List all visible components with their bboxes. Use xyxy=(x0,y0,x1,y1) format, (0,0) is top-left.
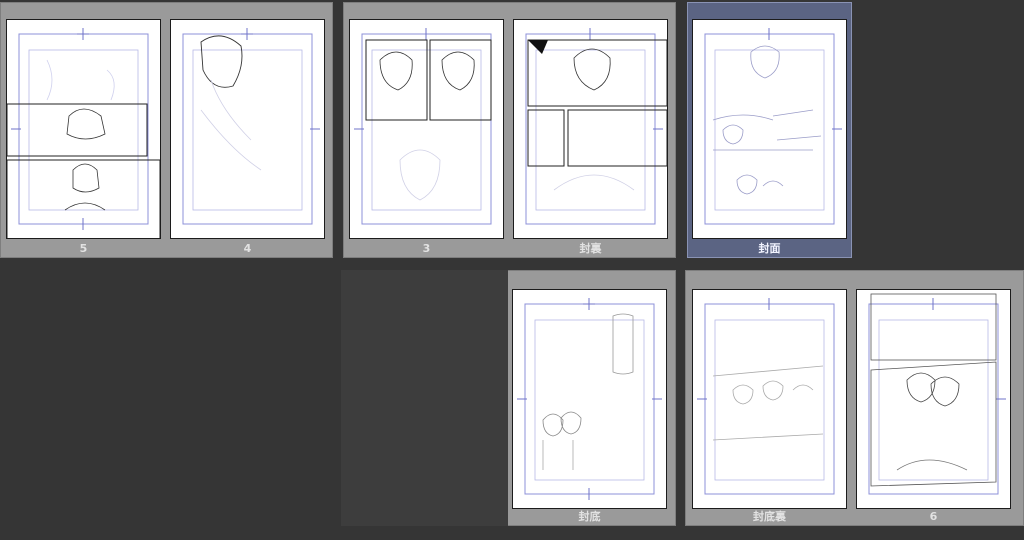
page-label: 3 xyxy=(422,242,431,255)
spread-back-cover[interactable]: 封底 xyxy=(341,270,676,526)
page-label: 4 xyxy=(243,242,252,255)
page-sketch xyxy=(354,28,492,225)
page-sketch xyxy=(7,28,160,238)
page-thumbnail-4[interactable] xyxy=(171,20,324,238)
page-label: 5 xyxy=(79,242,88,255)
page-sketch xyxy=(525,28,667,225)
page-label: 封底裏 xyxy=(753,510,786,523)
page-thumbnail-6[interactable] xyxy=(857,290,1010,508)
page-sketch xyxy=(868,293,1006,495)
spread-5-4[interactable]: 5 4 xyxy=(0,2,333,258)
page-thumbnail-inside-cover[interactable] xyxy=(514,20,667,238)
empty-page-slot xyxy=(341,270,508,526)
page-thumbnail-front-cover[interactable] xyxy=(693,20,846,238)
page-label: 封底 xyxy=(578,510,601,523)
page-sketch xyxy=(704,28,842,225)
page-sketch xyxy=(697,298,835,495)
page-label: 6 xyxy=(929,510,938,523)
page-label: 封面 xyxy=(758,242,781,255)
page-thumbnail-5[interactable] xyxy=(7,20,160,238)
page-label: 封裏 xyxy=(579,242,602,255)
spread-front-cover[interactable]: 封面 xyxy=(687,2,852,258)
spread-3-inside-cover[interactable]: 3 封裏 xyxy=(343,2,676,258)
page-sketch xyxy=(517,298,662,500)
page-thumbnail-back-cover[interactable] xyxy=(513,290,666,508)
spread-back-inside-cover-6[interactable]: 封底裏 6 xyxy=(685,270,1024,526)
page-thumbnail-3[interactable] xyxy=(350,20,503,238)
page-thumbnail-back-inside-cover[interactable] xyxy=(693,290,846,508)
page-sketch xyxy=(182,28,320,225)
